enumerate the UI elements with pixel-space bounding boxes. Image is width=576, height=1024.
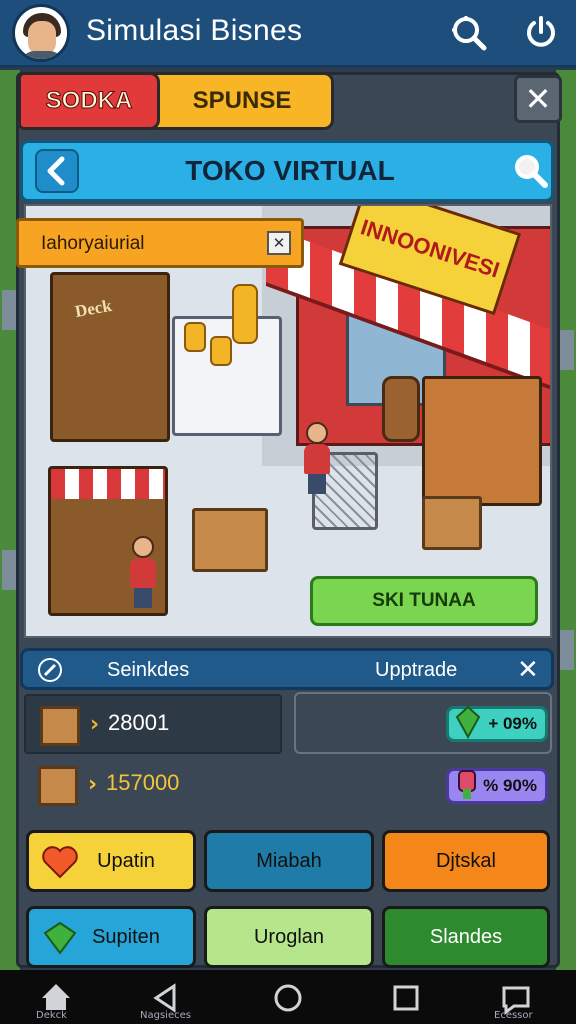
- section-right-label: Upptrade: [375, 659, 458, 681]
- shelf-left-top[interactable]: Deck: [50, 272, 170, 442]
- shopper-character: [304, 422, 330, 494]
- button-label: Miabah: [256, 849, 322, 872]
- supiten-button[interactable]: Supiten: [26, 906, 196, 968]
- gem-icon: [43, 921, 77, 955]
- gem-icon: [455, 705, 481, 739]
- search-icon[interactable]: [450, 14, 488, 52]
- button-label: Upatin: [97, 849, 155, 872]
- package-cart[interactable]: [192, 508, 268, 572]
- heart-icon: [42, 846, 78, 879]
- button-label: Slandes: [429, 925, 503, 948]
- system-nav-bar: Dekck Nagsieces Ecessor: [0, 970, 576, 1024]
- potion-icon: [458, 770, 476, 799]
- upgrade-pill[interactable]: % 90%: [446, 768, 548, 804]
- button-label: Supiten: [92, 925, 160, 948]
- upatin-button[interactable]: Upatin: [26, 830, 196, 892]
- nav-label: Ecessor: [494, 1010, 533, 1021]
- store-scene[interactable]: INNOONIVESI Deck: [24, 204, 552, 638]
- power-icon[interactable]: [522, 14, 560, 52]
- tab-spunse[interactable]: SPUNSE: [150, 72, 334, 130]
- nav-label: Nagsieces: [140, 1010, 191, 1021]
- edit-icon[interactable]: [37, 657, 63, 683]
- upgrade-header: Seinkdes Upptrade ✕: [20, 648, 554, 690]
- pill-value: % 90%: [483, 776, 537, 795]
- slandes-button[interactable]: Slandes: [382, 906, 550, 968]
- uroglan-button[interactable]: Uroglan: [204, 906, 374, 968]
- djtskal-button[interactable]: Djtskal: [382, 830, 550, 892]
- user-avatar[interactable]: [12, 4, 70, 62]
- pill-value: + 09%: [488, 714, 537, 733]
- resource-value: 28001: [108, 710, 170, 735]
- recent-apps-icon[interactable]: [386, 978, 426, 1018]
- app-title: Simulasi Bisnes: [86, 14, 303, 47]
- nav-label: Dekck: [36, 1010, 67, 1021]
- tooltip-text: Iahoryaiurial: [41, 233, 145, 254]
- coin-stack: [232, 284, 258, 344]
- app-bar: Simulasi Bisnes: [0, 0, 576, 68]
- close-button[interactable]: ✕: [514, 75, 562, 123]
- search-icon[interactable]: [511, 151, 551, 191]
- scene-action-button[interactable]: SKI TUNAA: [310, 576, 538, 626]
- resource-row[interactable]: › 28001: [24, 694, 282, 754]
- button-label: Uroglan: [253, 925, 325, 948]
- resource-value: 157000: [106, 770, 180, 795]
- upgrade-pill[interactable]: + 09%: [446, 705, 548, 742]
- resource-row[interactable]: › 157000: [24, 756, 282, 816]
- tooltip-close-button[interactable]: ✕: [267, 231, 291, 255]
- button-label: Djtskal: [435, 849, 496, 872]
- box-icon: [40, 706, 80, 746]
- tab-sodka[interactable]: SODKA: [18, 72, 160, 130]
- shelf-sign: Deck: [73, 295, 114, 322]
- crate: [422, 496, 482, 550]
- page-title: TOKO VIRTUAL: [185, 155, 395, 186]
- section-left-label: Seinkdes: [107, 659, 190, 681]
- box-icon: [38, 766, 78, 806]
- shopkeeper-character: [130, 536, 156, 608]
- close-icon[interactable]: ✕: [517, 655, 539, 685]
- arrow-icon: ›: [88, 772, 98, 797]
- tutorial-tooltip: Iahoryaiurial ✕: [16, 218, 304, 268]
- arrow-icon: ›: [90, 712, 100, 737]
- barrel: [382, 376, 420, 442]
- miabah-button[interactable]: Miabah: [204, 830, 374, 892]
- close-icon: ✕: [524, 80, 552, 118]
- shelf-right[interactable]: [422, 376, 542, 506]
- home-circle-icon[interactable]: [268, 978, 308, 1018]
- store-header: TOKO VIRTUAL: [20, 140, 554, 202]
- close-icon: ✕: [272, 234, 286, 252]
